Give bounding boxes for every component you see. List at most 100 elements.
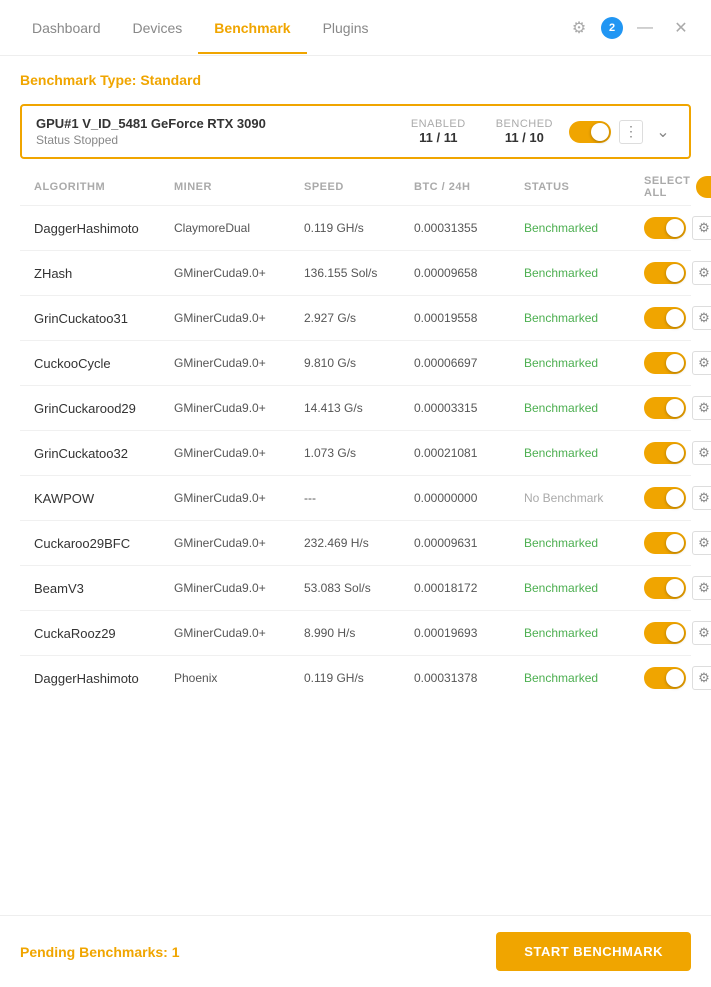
algo-row-controls: ⚙ <box>644 621 711 645</box>
algo-gear-button[interactable]: ⚙ <box>692 216 711 240</box>
algo-status: Benchmarked <box>524 626 644 640</box>
algo-btc-value: 0.00019693 <box>414 626 524 640</box>
table-row: DaggerHashimoto ClaymoreDual 0.119 GH/s … <box>20 205 691 250</box>
algo-gear-button[interactable]: ⚙ <box>692 351 711 375</box>
algo-gear-button[interactable]: ⚙ <box>692 396 711 420</box>
algo-miner-name: GMinerCuda9.0+ <box>174 311 304 325</box>
algo-gear-button[interactable]: ⚙ <box>692 531 711 555</box>
algo-toggle[interactable] <box>644 262 686 284</box>
gpu-info: GPU#1 V_ID_5481 GeForce RTX 3090 Status … <box>36 116 411 147</box>
algo-status: Benchmarked <box>524 536 644 550</box>
start-benchmark-button[interactable]: START BENCHMARK <box>496 932 691 971</box>
algo-toggle[interactable] <box>644 217 686 239</box>
algo-gear-button[interactable]: ⚙ <box>692 576 711 600</box>
gpu-controls: ⋮ ⌄ <box>569 120 675 144</box>
algo-row-controls: ⚙ <box>644 441 711 465</box>
algo-btc-value: 0.00009631 <box>414 536 524 550</box>
algo-gear-button[interactable]: ⚙ <box>692 441 711 465</box>
col-algorithm: ALGORITHM <box>34 181 174 193</box>
algo-algorithm-name: BeamV3 <box>34 581 174 596</box>
footer: Pending Benchmarks: 1 START BENCHMARK <box>0 915 711 987</box>
algo-speed-value: 0.119 GH/s <box>304 221 414 235</box>
algo-algorithm-name: CuckooCycle <box>34 356 174 371</box>
algo-toggle[interactable] <box>644 577 686 599</box>
algo-miner-name: GMinerCuda9.0+ <box>174 446 304 460</box>
pending-benchmarks: Pending Benchmarks: 1 <box>20 944 180 960</box>
algo-speed-value: 136.155 Sol/s <box>304 266 414 280</box>
algo-algorithm-name: GrinCuckatoo31 <box>34 311 174 326</box>
algo-btc-value: 0.00031378 <box>414 671 524 685</box>
algo-algorithm-name: GrinCuckatoo32 <box>34 446 174 461</box>
gpu-chevron[interactable]: ⌄ <box>651 120 675 144</box>
algo-row-controls: ⚙ <box>644 486 711 510</box>
algo-toggle[interactable] <box>644 307 686 329</box>
algo-gear-button[interactable]: ⚙ <box>692 306 711 330</box>
algo-toggle[interactable] <box>644 352 686 374</box>
algo-toggle[interactable] <box>644 487 686 509</box>
col-speed: SPEED <box>304 181 414 193</box>
settings-icon[interactable]: ⚙ <box>565 14 593 42</box>
algo-algorithm-name: KAWPOW <box>34 491 174 506</box>
algo-algorithm-name: DaggerHashimoto <box>34 221 174 236</box>
algo-toggle[interactable] <box>644 667 686 689</box>
algo-miner-name: GMinerCuda9.0+ <box>174 581 304 595</box>
tab-devices[interactable]: Devices <box>117 2 199 54</box>
benchmark-type-value: Standard <box>140 72 201 88</box>
tab-benchmark[interactable]: Benchmark <box>198 2 306 54</box>
algo-btc-value: 0.00003315 <box>414 401 524 415</box>
gpu-status: Status Stopped <box>36 133 411 147</box>
app-header: Dashboard Devices Benchmark Plugins ⚙ 2 … <box>0 0 711 56</box>
algo-toggle[interactable] <box>644 622 686 644</box>
tab-plugins[interactable]: Plugins <box>307 2 385 54</box>
col-miner: MINER <box>174 181 304 193</box>
algo-miner-name: GMinerCuda9.0+ <box>174 356 304 370</box>
algo-btc-value: 0.00000000 <box>414 491 524 505</box>
benched-label: BENCHED <box>496 118 553 130</box>
algo-status: Benchmarked <box>524 401 644 415</box>
algo-speed-value: --- <box>304 491 414 505</box>
table-row: DaggerHashimoto Phoenix 0.119 GH/s 0.000… <box>20 655 691 700</box>
algo-status: Benchmarked <box>524 221 644 235</box>
algo-row-controls: ⚙ <box>644 396 711 420</box>
col-select-all: SELECT ALL <box>644 175 711 199</box>
algo-speed-value: 2.927 G/s <box>304 311 414 325</box>
col-status: STATUS <box>524 181 644 193</box>
algo-gear-button[interactable]: ⚙ <box>692 666 711 690</box>
algo-gear-button[interactable]: ⚙ <box>692 621 711 645</box>
algo-btc-value: 0.00019558 <box>414 311 524 325</box>
gpu-card: GPU#1 V_ID_5481 GeForce RTX 3090 Status … <box>20 104 691 159</box>
algo-toggle[interactable] <box>644 442 686 464</box>
nav-tabs: Dashboard Devices Benchmark Plugins <box>16 2 565 54</box>
table-row: CuckaRooz29 GMinerCuda9.0+ 8.990 H/s 0.0… <box>20 610 691 655</box>
gpu-benched-stat: BENCHED 11 / 10 <box>496 118 553 145</box>
gpu-stats: ENABLED 11 / 11 BENCHED 11 / 10 <box>411 118 553 145</box>
algo-btc-value: 0.00006697 <box>414 356 524 370</box>
gpu-toggle[interactable] <box>569 121 611 143</box>
algo-rows: DaggerHashimoto ClaymoreDual 0.119 GH/s … <box>20 205 691 700</box>
select-all-toggle[interactable] <box>696 176 711 198</box>
algo-speed-value: 9.810 G/s <box>304 356 414 370</box>
algo-miner-name: ClaymoreDual <box>174 221 304 235</box>
algo-miner-name: GMinerCuda9.0+ <box>174 536 304 550</box>
algo-row-controls: ⚙ <box>644 306 711 330</box>
minimize-icon[interactable]: — <box>631 14 659 42</box>
algo-toggle[interactable] <box>644 532 686 554</box>
notification-badge[interactable]: 2 <box>601 17 623 39</box>
col-btc: BTC / 24H <box>414 181 524 193</box>
algo-algorithm-name: GrinCuckarood29 <box>34 401 174 416</box>
algo-gear-button[interactable]: ⚙ <box>692 486 711 510</box>
algo-miner-name: GMinerCuda9.0+ <box>174 626 304 640</box>
close-icon[interactable]: ✕ <box>667 14 695 42</box>
enabled-value: 11 / 11 <box>411 130 466 145</box>
algo-speed-value: 53.083 Sol/s <box>304 581 414 595</box>
table-row: GrinCuckarood29 GMinerCuda9.0+ 14.413 G/… <box>20 385 691 430</box>
algo-toggle[interactable] <box>644 397 686 419</box>
table-row: GrinCuckatoo31 GMinerCuda9.0+ 2.927 G/s … <box>20 295 691 340</box>
gpu-enabled-stat: ENABLED 11 / 11 <box>411 118 466 145</box>
table-row: Cuckaroo29BFC GMinerCuda9.0+ 232.469 H/s… <box>20 520 691 565</box>
benched-value: 11 / 10 <box>496 130 553 145</box>
algo-gear-button[interactable]: ⚙ <box>692 261 711 285</box>
gpu-dots-menu[interactable]: ⋮ <box>619 120 643 144</box>
algo-status: Benchmarked <box>524 446 644 460</box>
tab-dashboard[interactable]: Dashboard <box>16 2 117 54</box>
